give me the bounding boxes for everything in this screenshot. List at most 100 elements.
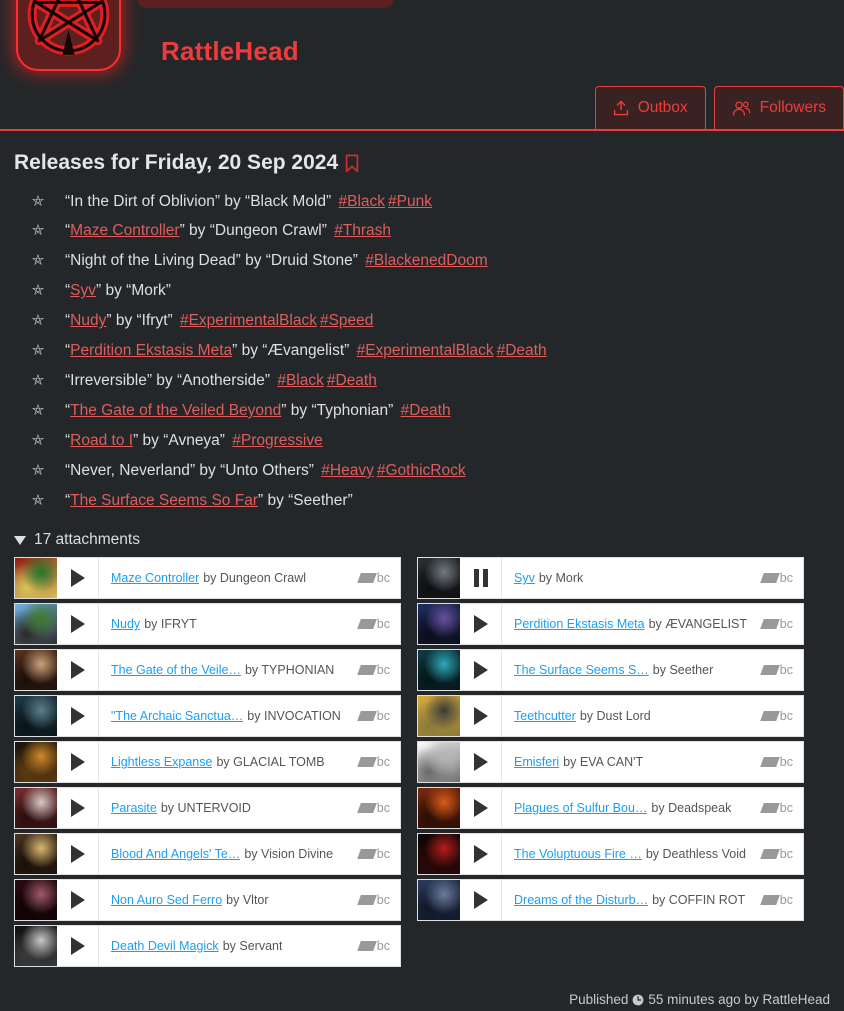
- followers-button[interactable]: Followers: [713, 86, 844, 129]
- bandcamp-logo[interactable]: bc: [351, 709, 390, 723]
- bandcamp-embed-card[interactable]: Non Auro Sed Ferro by Vltor bc: [14, 879, 401, 922]
- bandcamp-logo[interactable]: bc: [754, 893, 793, 907]
- bandcamp-logo[interactable]: bc: [754, 663, 793, 677]
- hashtag-link[interactable]: #Heavy: [321, 462, 374, 479]
- bandcamp-embed-card[interactable]: Plagues of Sulfur Bou… by Deadspeak bc: [417, 787, 804, 830]
- bandcamp-embed-card[interactable]: Syv by Mork bc: [417, 557, 804, 600]
- bandcamp-embed-card[interactable]: Lightless Expanse by GLACIAL TOMB bc: [14, 741, 401, 784]
- hashtag-link[interactable]: #Black: [277, 372, 324, 389]
- release-text: “The Gate of the Veiled Beyond” by “Typh…: [65, 401, 451, 419]
- bandcamp-logo[interactable]: bc: [754, 617, 793, 631]
- hashtag-link[interactable]: #Death: [327, 372, 377, 389]
- hashtag-link[interactable]: #Black: [339, 193, 386, 210]
- bandcamp-embed-card[interactable]: The Voluptuous Fire … by Deathless Void bc: [417, 833, 804, 876]
- track-title-link[interactable]: Death Devil Magick: [111, 939, 219, 953]
- play-button[interactable]: [57, 880, 99, 921]
- track-title-link[interactable]: The Voluptuous Fire …: [514, 847, 642, 861]
- bandcamp-embed-card[interactable]: Blood And Angels' Te… by Vision Divine bc: [14, 833, 401, 876]
- hashtag-link[interactable]: #Death: [497, 342, 547, 359]
- bandcamp-logo[interactable]: bc: [351, 801, 390, 815]
- bandcamp-logo[interactable]: bc: [351, 617, 390, 631]
- bandcamp-logo[interactable]: bc: [351, 755, 390, 769]
- play-button[interactable]: [460, 604, 502, 645]
- play-icon: [473, 891, 488, 910]
- track-title-link[interactable]: Nudy: [111, 617, 140, 631]
- bandcamp-logo[interactable]: bc: [351, 663, 390, 677]
- hashtag-link[interactable]: #GothicRock: [377, 462, 466, 479]
- track-meta: Syv by Mork bc: [502, 558, 803, 598]
- bandcamp-embed-card[interactable]: The Gate of the Veile… by TYPHONIAN bc: [14, 649, 401, 692]
- bookmark-icon[interactable]: [345, 154, 359, 173]
- release-title[interactable]: Syv: [70, 282, 96, 299]
- hashtag-link[interactable]: #ExperimentalBlack: [357, 342, 494, 359]
- bandcamp-embed-card[interactable]: Maze Controller by Dungeon Crawl bc: [14, 557, 401, 600]
- avatar[interactable]: [16, 0, 121, 71]
- play-button[interactable]: [57, 834, 99, 875]
- track-title-link[interactable]: Teethcutter: [514, 709, 576, 723]
- album-art: [15, 742, 57, 783]
- release-title[interactable]: The Gate of the Veiled Beyond: [70, 402, 281, 419]
- track-title-link[interactable]: Dreams of the Disturb…: [514, 893, 648, 907]
- bandcamp-logo[interactable]: bc: [754, 571, 793, 585]
- bandcamp-embed-card[interactable]: Emisferi by EVA CAN'T bc: [417, 741, 804, 784]
- track-title-link[interactable]: Blood And Angels' Te…: [111, 847, 240, 861]
- hashtag-link[interactable]: #BlackenedDoom: [365, 252, 487, 269]
- bandcamp-logo[interactable]: bc: [754, 709, 793, 723]
- attachments-toggle[interactable]: 17 attachments: [14, 531, 830, 549]
- track-title-link[interactable]: Non Auro Sed Ferro: [111, 893, 222, 907]
- site-title[interactable]: RattleHead: [161, 36, 299, 67]
- play-button[interactable]: [460, 880, 502, 921]
- track-title-link[interactable]: The Gate of the Veile…: [111, 663, 241, 677]
- track-title-link[interactable]: Parasite: [111, 801, 157, 815]
- play-button[interactable]: [57, 696, 99, 737]
- bandcamp-logo[interactable]: bc: [754, 755, 793, 769]
- pentagram-star-icon: ⛤: [32, 252, 45, 270]
- release-title[interactable]: Road to I: [70, 432, 133, 449]
- hashtag-link[interactable]: #ExperimentalBlack: [180, 312, 317, 329]
- bandcamp-embed-card[interactable]: "The Archaic Sanctua… by INVOCATION bc: [14, 695, 401, 738]
- bandcamp-logo[interactable]: bc: [351, 571, 390, 585]
- release-title[interactable]: The Surface Seems So Far: [70, 492, 258, 509]
- bandcamp-embed-card[interactable]: Parasite by UNTERVOID bc: [14, 787, 401, 830]
- bandcamp-logo[interactable]: bc: [351, 847, 390, 861]
- track-title-link[interactable]: Emisferi: [514, 755, 559, 769]
- track-title-link[interactable]: Maze Controller: [111, 571, 199, 585]
- outbox-button[interactable]: Outbox: [594, 86, 706, 129]
- bandcamp-logo[interactable]: bc: [351, 939, 390, 953]
- track-title-link[interactable]: The Surface Seems S…: [514, 663, 649, 677]
- bandcamp-logo[interactable]: bc: [351, 893, 390, 907]
- track-title-link[interactable]: "The Archaic Sanctua…: [111, 709, 243, 723]
- bandcamp-embed-card[interactable]: Teethcutter by Dust Lord bc: [417, 695, 804, 738]
- play-button[interactable]: [57, 926, 99, 967]
- play-button[interactable]: [57, 742, 99, 783]
- play-button[interactable]: [460, 696, 502, 737]
- play-button[interactable]: [460, 788, 502, 829]
- bandcamp-embed-card[interactable]: The Surface Seems S… by Seether bc: [417, 649, 804, 692]
- bandcamp-embed-card[interactable]: Death Devil Magick by Servant bc: [14, 925, 401, 968]
- track-title-link[interactable]: Syv: [514, 571, 535, 585]
- hashtag-link[interactable]: #Punk: [388, 193, 432, 210]
- play-button[interactable]: [57, 650, 99, 691]
- play-button[interactable]: [460, 742, 502, 783]
- play-button[interactable]: [57, 788, 99, 829]
- release-title[interactable]: Nudy: [70, 312, 106, 329]
- hashtag-link[interactable]: #Progressive: [232, 432, 322, 449]
- hashtag-link[interactable]: #Thrash: [334, 222, 391, 239]
- bandcamp-logo[interactable]: bc: [754, 801, 793, 815]
- hashtag-link[interactable]: #Death: [401, 402, 451, 419]
- bandcamp-embed-card[interactable]: Nudy by IFRYT bc: [14, 603, 401, 646]
- release-title[interactable]: Maze Controller: [70, 222, 179, 239]
- bandcamp-logo[interactable]: bc: [754, 847, 793, 861]
- play-button[interactable]: [57, 604, 99, 645]
- release-title[interactable]: Perdition Ekstasis Meta: [70, 342, 232, 359]
- track-title-link[interactable]: Plagues of Sulfur Bou…: [514, 801, 647, 815]
- track-title-link[interactable]: Perdition Ekstasis Meta: [514, 617, 645, 631]
- play-button[interactable]: [460, 650, 502, 691]
- bandcamp-embed-card[interactable]: Perdition Ekstasis Meta by ÆVANGELIST bc: [417, 603, 804, 646]
- play-button[interactable]: [57, 558, 99, 599]
- bandcamp-embed-card[interactable]: Dreams of the Disturb… by COFFIN ROT bc: [417, 879, 804, 922]
- track-title-link[interactable]: Lightless Expanse: [111, 755, 212, 769]
- hashtag-link[interactable]: #Speed: [320, 312, 373, 329]
- pause-button[interactable]: [460, 558, 502, 599]
- play-button[interactable]: [460, 834, 502, 875]
